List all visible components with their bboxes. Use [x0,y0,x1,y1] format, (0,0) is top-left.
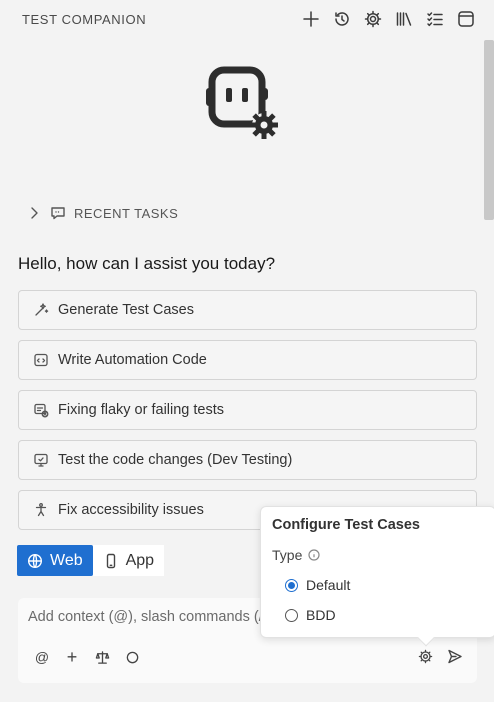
app-mode-label: App [125,551,155,569]
action-dev-testing[interactable]: Test the code changes (Dev Testing) [18,440,477,480]
library-icon[interactable] [394,9,414,29]
add-context-button[interactable]: + [64,647,80,667]
scrollbar[interactable] [484,40,494,220]
action-fixing-flaky-tests[interactable]: Fixing flaky or failing tests [18,390,477,430]
circle-icon[interactable] [124,649,140,665]
action-label: Fix accessibility issues [58,502,204,518]
recent-tasks-toggle[interactable]: RECENT TASKS [26,205,178,221]
companion-logo-icon [204,64,284,144]
action-generate-test-cases[interactable]: Generate Test Cases [18,290,477,330]
radio-label: BDD [306,607,336,623]
dev-testing-icon [34,453,48,467]
action-write-automation-code[interactable]: Write Automation Code [18,340,477,380]
radio-default[interactable]: Default [285,577,350,593]
configure-test-cases-popover: Configure Test Cases Type Default BDD [260,506,494,647]
web-mode-label: Web [50,551,83,569]
checklist-icon[interactable] [425,9,445,29]
action-label: Test the code changes (Dev Testing) [58,452,293,468]
chevron-right-icon [31,207,38,219]
chat-input[interactable] [28,606,268,628]
action-label: Fixing flaky or failing tests [58,402,225,418]
gear-icon[interactable] [363,9,383,29]
magic-wand-icon [35,303,49,316]
settings-icon[interactable] [417,648,433,664]
scale-icon[interactable] [94,649,110,665]
panel-icon[interactable] [456,9,476,29]
greeting-text: Hello, how can I assist you today? [18,254,276,273]
header-actions [301,9,476,29]
type-label: Type [272,547,303,563]
input-toolbar: @ + [34,647,140,667]
app-mode-button[interactable]: App [92,545,165,576]
popover-title: Configure Test Cases [272,517,420,533]
fix-test-icon [34,403,49,418]
type-label-row: Type [272,547,320,563]
recent-tasks-label: RECENT TASKS [74,205,179,221]
info-icon[interactable] [308,549,320,561]
radio-button[interactable] [285,608,298,622]
app-header: TEST COMPANION [0,0,494,38]
globe-icon [27,553,43,568]
action-label: Write Automation Code [58,352,207,368]
send-icon[interactable] [447,648,463,664]
code-edit-icon [34,353,48,367]
radio-button-checked[interactable] [285,578,298,592]
app-title: TEST COMPANION [22,11,147,27]
chat-icon [51,207,65,220]
web-mode-button[interactable]: Web [17,545,93,576]
plus-icon[interactable] [301,9,321,29]
history-icon[interactable] [332,9,352,29]
platform-toggle: Web App [17,545,165,576]
radio-bdd[interactable]: BDD [285,607,336,623]
action-label: Generate Test Cases [58,302,194,318]
radio-label: Default [306,577,351,593]
mobile-icon [106,553,115,568]
input-right-actions [417,648,463,664]
accessibility-icon [35,503,47,517]
mention-button[interactable]: @ [34,649,50,665]
